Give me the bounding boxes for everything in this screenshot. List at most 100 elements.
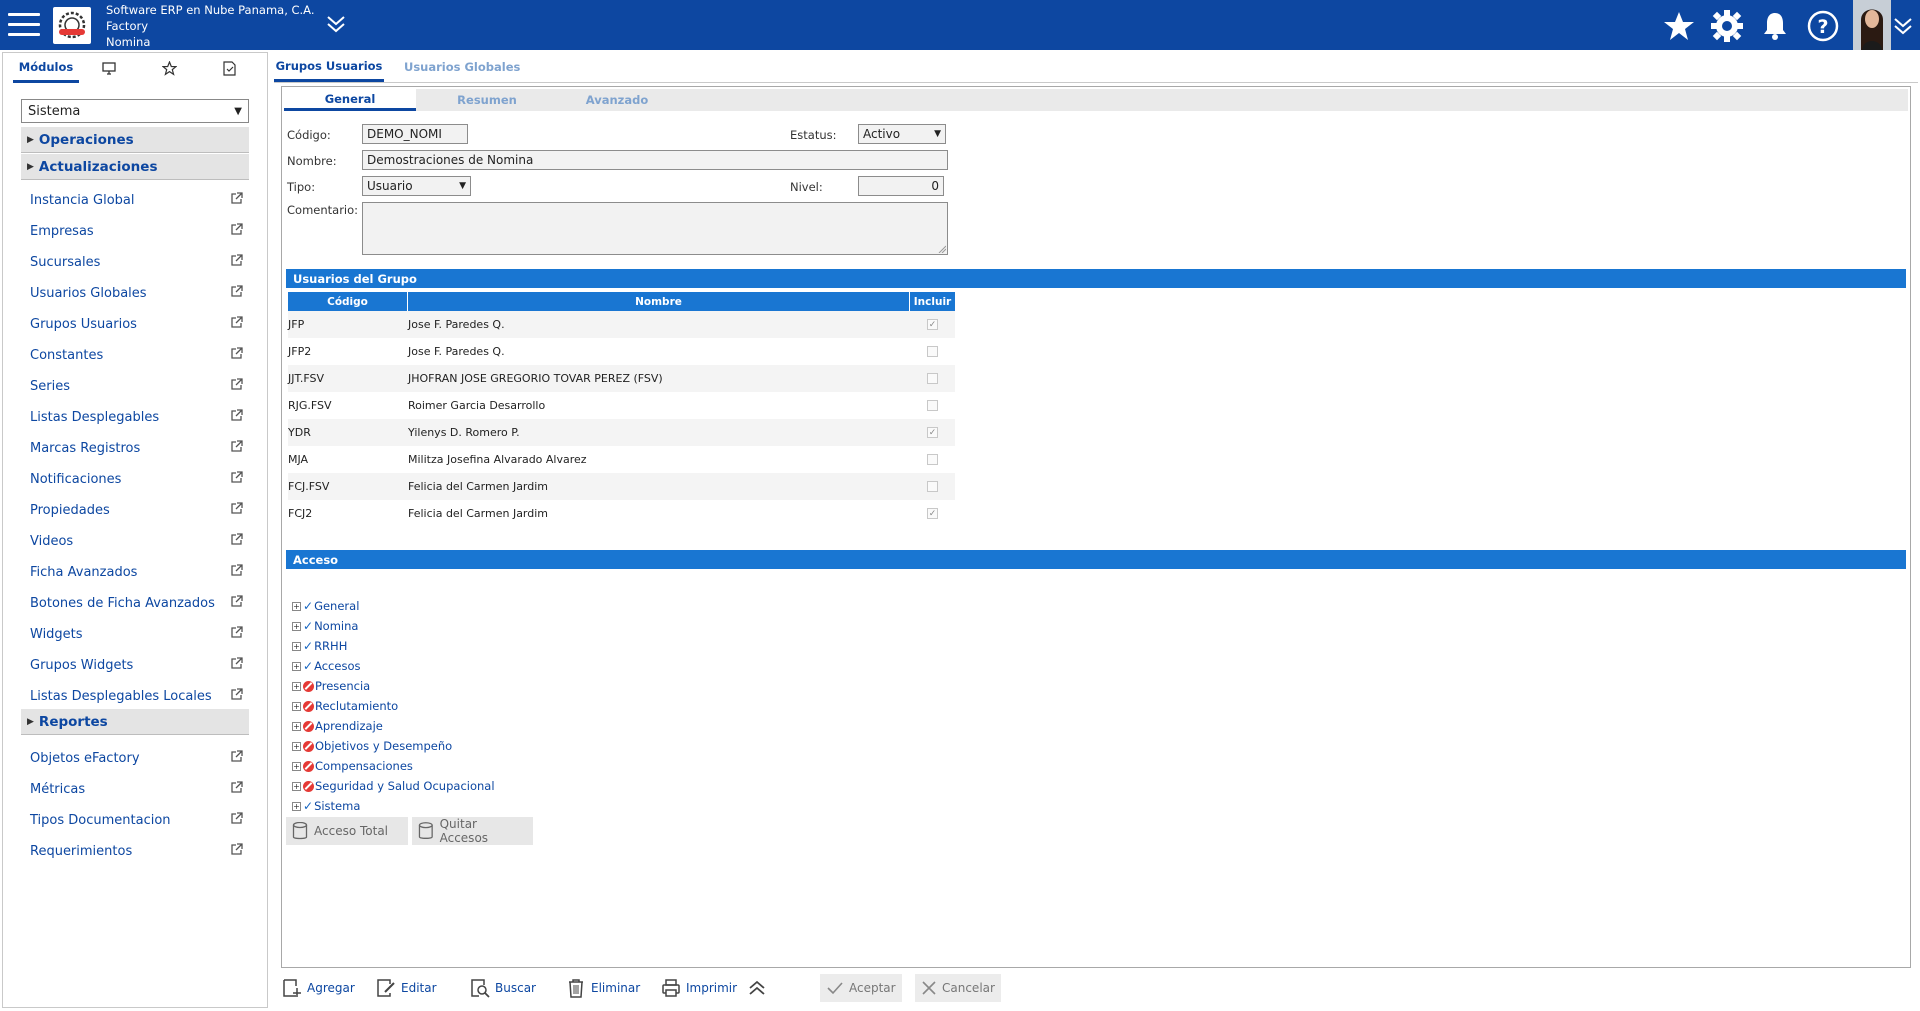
tab-usuarios-globales[interactable]: Usuarios Globales bbox=[404, 52, 520, 82]
expand-plus-icon[interactable]: + bbox=[292, 641, 301, 651]
sidebar-item[interactable]: Sucursales bbox=[21, 250, 249, 274]
favorites-icon[interactable] bbox=[151, 53, 187, 83]
notifications-bell-icon[interactable] bbox=[1758, 9, 1792, 43]
section-reportes[interactable]: ▶ Reportes bbox=[21, 709, 249, 735]
incluir-checkbox[interactable] bbox=[927, 454, 938, 465]
incluir-checkbox[interactable]: ✓ bbox=[927, 508, 938, 519]
external-link-icon[interactable] bbox=[230, 253, 243, 271]
section-actualizaciones[interactable]: ▶ Actualizaciones bbox=[21, 154, 249, 180]
tree-node[interactable]: + Seguridad y Salud Ocupacional bbox=[292, 776, 495, 796]
incluir-checkbox[interactable] bbox=[927, 346, 938, 357]
acceso-total-button[interactable]: Acceso Total bbox=[286, 817, 408, 845]
external-link-icon[interactable] bbox=[230, 656, 243, 674]
expand-plus-icon[interactable]: + bbox=[292, 681, 301, 691]
external-link-icon[interactable] bbox=[230, 191, 243, 209]
tipo-select[interactable]: Usuario ▼ bbox=[362, 176, 471, 196]
sidebar-item[interactable]: Marcas Registros bbox=[21, 436, 249, 460]
external-link-icon[interactable] bbox=[230, 780, 243, 798]
external-link-icon[interactable] bbox=[230, 377, 243, 395]
tab-general[interactable]: General bbox=[284, 89, 416, 111]
tab-modulos[interactable]: Módulos bbox=[13, 53, 79, 83]
incluir-checkbox[interactable] bbox=[927, 373, 938, 384]
expand-plus-icon[interactable]: + bbox=[292, 621, 301, 631]
tree-node[interactable]: + ✓ Nomina bbox=[292, 616, 358, 636]
user-menu-chevron-icon[interactable] bbox=[1893, 16, 1913, 40]
external-link-icon[interactable] bbox=[230, 284, 243, 302]
estatus-select[interactable]: Activo ▼ bbox=[858, 124, 946, 144]
expand-plus-icon[interactable]: + bbox=[292, 801, 301, 811]
incluir-checkbox[interactable] bbox=[927, 481, 938, 492]
buscar-button[interactable]: Buscar bbox=[470, 974, 536, 1002]
tree-node[interactable]: + ✓ RRHH bbox=[292, 636, 347, 656]
editar-button[interactable]: Editar bbox=[376, 974, 437, 1002]
module-select[interactable]: Sistema ▼ bbox=[21, 99, 249, 123]
sidebar-item[interactable]: Widgets bbox=[21, 622, 249, 646]
codigo-field[interactable]: DEMO_NOMI bbox=[362, 124, 468, 144]
agregar-button[interactable]: Agregar bbox=[282, 974, 355, 1002]
sidebar-item[interactable]: Constantes bbox=[21, 343, 249, 367]
external-link-icon[interactable] bbox=[230, 315, 243, 333]
user-avatar[interactable] bbox=[1853, 0, 1891, 50]
sidebar-item[interactable]: Listas Desplegables bbox=[21, 405, 249, 429]
tree-node[interactable]: + ✓ Accesos bbox=[292, 656, 360, 676]
incluir-checkbox[interactable]: ✓ bbox=[927, 427, 938, 438]
tab-grupos-usuarios[interactable]: Grupos Usuarios bbox=[274, 52, 384, 82]
document-icon[interactable] bbox=[211, 53, 247, 83]
imprimir-button[interactable]: Imprimir bbox=[661, 974, 737, 1002]
section-operaciones[interactable]: ▶ Operaciones bbox=[21, 127, 249, 153]
sidebar-item[interactable]: Grupos Usuarios bbox=[21, 312, 249, 336]
tab-resumen[interactable]: Resumen bbox=[422, 89, 552, 111]
external-link-icon[interactable] bbox=[230, 470, 243, 488]
sidebar-item[interactable]: Propiedades bbox=[21, 498, 249, 522]
favorites-star-icon[interactable] bbox=[1662, 9, 1696, 43]
expand-plus-icon[interactable]: + bbox=[292, 701, 301, 711]
expand-plus-icon[interactable]: + bbox=[292, 721, 301, 731]
sidebar-item[interactable]: Métricas bbox=[21, 777, 249, 801]
tree-node[interactable]: + Presencia bbox=[292, 676, 370, 696]
nivel-field[interactable]: 0 bbox=[858, 176, 944, 196]
sidebar-item[interactable]: Notificaciones bbox=[21, 467, 249, 491]
eliminar-button[interactable]: Eliminar bbox=[566, 974, 640, 1002]
sidebar-item[interactable]: Videos bbox=[21, 529, 249, 553]
cancelar-button[interactable]: Cancelar bbox=[915, 974, 1001, 1002]
sidebar-item[interactable]: Series bbox=[21, 374, 249, 398]
nombre-field[interactable]: Demostraciones de Nomina bbox=[362, 150, 948, 170]
settings-gear-icon[interactable] bbox=[1710, 9, 1744, 43]
quitar-accesos-button[interactable]: Quitar Accesos bbox=[412, 817, 533, 845]
external-link-icon[interactable] bbox=[230, 532, 243, 550]
external-link-icon[interactable] bbox=[230, 749, 243, 767]
tree-node[interactable]: + Reclutamiento bbox=[292, 696, 398, 716]
sidebar-item[interactable]: Usuarios Globales bbox=[21, 281, 249, 305]
expand-header-icon[interactable] bbox=[326, 14, 346, 38]
external-link-icon[interactable] bbox=[230, 625, 243, 643]
external-link-icon[interactable] bbox=[230, 408, 243, 426]
sidebar-item[interactable]: Instancia Global bbox=[21, 188, 249, 212]
tree-node[interactable]: + ✓ Sistema bbox=[292, 796, 360, 816]
external-link-icon[interactable] bbox=[230, 222, 243, 240]
expand-plus-icon[interactable]: + bbox=[292, 761, 301, 771]
expand-plus-icon[interactable]: + bbox=[292, 661, 301, 671]
monitor-icon[interactable] bbox=[91, 53, 127, 83]
sidebar-item[interactable]: Empresas bbox=[21, 219, 249, 243]
sidebar-item[interactable]: Tipos Documentacion bbox=[21, 808, 249, 832]
expand-plus-icon[interactable]: + bbox=[292, 741, 301, 751]
sidebar-item[interactable]: Listas Desplegables Locales bbox=[21, 684, 249, 708]
tree-node[interactable]: + ✓ General bbox=[292, 596, 359, 616]
comentario-textarea[interactable] bbox=[362, 202, 948, 255]
external-link-icon[interactable] bbox=[230, 594, 243, 612]
external-link-icon[interactable] bbox=[230, 439, 243, 457]
external-link-icon[interactable] bbox=[230, 501, 243, 519]
tree-node[interactable]: + Objetivos y Desempeño bbox=[292, 736, 452, 756]
external-link-icon[interactable] bbox=[230, 346, 243, 364]
aceptar-button[interactable]: Aceptar bbox=[820, 974, 902, 1002]
external-link-icon[interactable] bbox=[230, 687, 243, 705]
tree-node[interactable]: + Aprendizaje bbox=[292, 716, 383, 736]
external-link-icon[interactable] bbox=[230, 842, 243, 860]
external-link-icon[interactable] bbox=[230, 811, 243, 829]
tab-avanzado[interactable]: Avanzado bbox=[552, 89, 682, 111]
expand-plus-icon[interactable]: + bbox=[292, 781, 301, 791]
sidebar-item[interactable]: Objetos eFactory bbox=[21, 746, 249, 770]
external-link-icon[interactable] bbox=[230, 563, 243, 581]
expand-plus-icon[interactable]: + bbox=[292, 601, 301, 611]
sidebar-item[interactable]: Grupos Widgets bbox=[21, 653, 249, 677]
